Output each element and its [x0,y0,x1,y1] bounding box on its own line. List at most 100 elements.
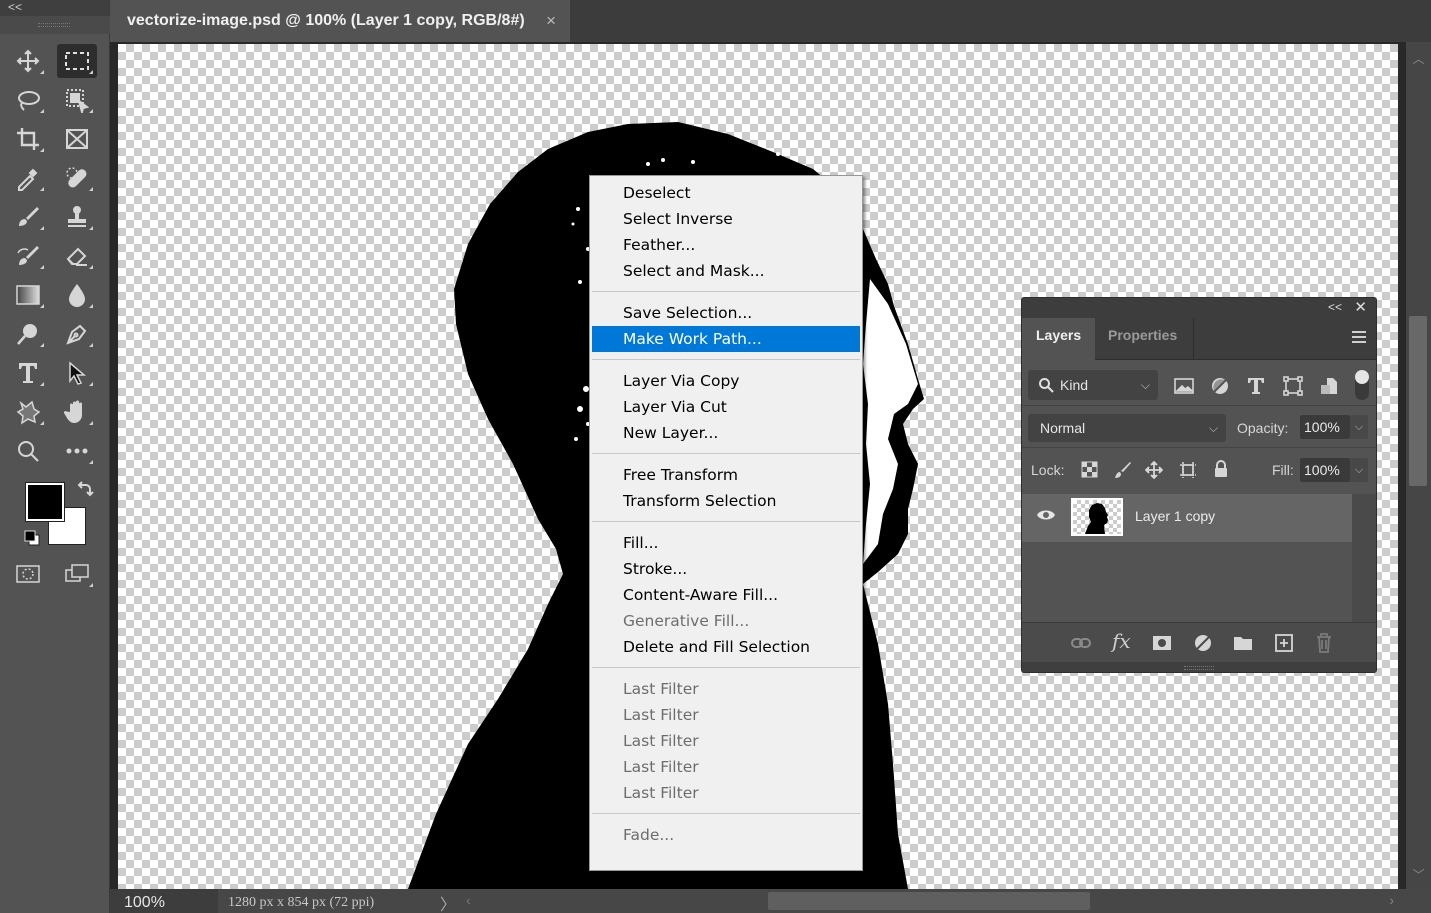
eyedropper-tool[interactable] [8,161,48,195]
status-menu-arrow-icon[interactable]: 〉 [440,891,456,913]
add-mask-button[interactable] [1151,632,1173,659]
link-layers-button[interactable] [1070,632,1092,659]
new-layer-button[interactable] [1273,632,1295,659]
menu-separator [592,453,860,454]
vertical-scrollbar[interactable]: ︿ ﹀ [1406,42,1431,889]
filter-adjustment-button[interactable] [1210,376,1230,401]
layers-scrollbar[interactable] [1352,494,1376,622]
menu-item-transform-selection[interactable]: Transform Selection [592,488,860,514]
history-brush-tool[interactable] [8,239,48,273]
menu-item-fill[interactable]: Fill... [592,530,860,556]
new-group-button[interactable] [1232,632,1254,659]
fill-slider-toggle[interactable]: ⌵ [1350,458,1368,482]
document-tab-title: vectorize-image.psd @ 100% (Layer 1 copy… [127,12,525,29]
brush-tool[interactable] [8,200,48,234]
panel-menu-icon[interactable] [1352,331,1366,343]
menu-item-content-aware-fill[interactable]: Content-Aware Fill... [592,582,860,608]
more-tools[interactable] [57,434,97,468]
fill-input[interactable]: 100% [1300,458,1350,482]
menu-item-save-selection[interactable]: Save Selection... [592,300,860,326]
clone-stamp-tool[interactable] [57,200,97,234]
eraser-tool[interactable] [57,239,97,273]
panel-resize-grip[interactable] [1022,662,1376,672]
horizontal-scrollbar[interactable]: ‹ › [458,889,1402,913]
filter-kind-dropdown[interactable]: Kind ⌵ [1028,370,1158,400]
eraser-icon [66,247,87,266]
menu-item-layer-via-cut[interactable]: Layer Via Cut [592,394,860,420]
filter-toggle[interactable] [1355,370,1369,400]
object-selection-tool[interactable] [57,83,97,117]
crop-tool[interactable] [8,122,48,156]
zoom-level-field[interactable]: 100% [110,889,218,913]
menu-item-feather[interactable]: Feather... [592,232,860,258]
menu-item-deselect[interactable]: Deselect [592,180,860,206]
lock-all-button[interactable] [1212,460,1230,483]
search-icon [1039,378,1054,393]
smart-object-icon [1321,378,1337,394]
horizontal-scroll-thumb[interactable] [768,892,1090,910]
menu-item-delete-and-fill-selection[interactable]: Delete and Fill Selection [592,634,860,660]
toolbar-drag-handle[interactable] [0,16,110,34]
swap-colors-button[interactable] [76,480,94,503]
lock-label: Lock: [1031,462,1065,478]
lock-position-button[interactable] [1144,460,1164,484]
move-tool[interactable] [8,44,48,78]
foreground-color-swatch[interactable] [25,482,65,522]
filter-smart-object-button[interactable] [1319,376,1339,401]
rectangular-marquee-tool[interactable] [57,44,97,78]
collapse-toolbar-button[interactable]: << [0,0,110,16]
scroll-left-icon[interactable]: ‹ [466,892,471,908]
menu-separator [592,359,860,360]
menu-item-layer-via-copy[interactable]: Layer Via Copy [592,368,860,394]
menu-item-stroke[interactable]: Stroke... [592,556,860,582]
menu-item-free-transform[interactable]: Free Transform [592,462,860,488]
menu-item-select-and-mask[interactable]: Select and Mask... [592,258,860,284]
blur-tool[interactable] [57,278,97,312]
filter-pixel-button[interactable] [1174,376,1194,401]
quick-mask-button[interactable] [8,557,48,591]
close-panel-button[interactable]: ✕ [1354,298,1367,316]
menu-item-select-inverse[interactable]: Select Inverse [592,206,860,232]
filter-shape-button[interactable] [1283,376,1303,401]
lock-transparent-pixels-button[interactable] [1081,461,1099,484]
layer-style-button[interactable]: fx [1112,629,1131,653]
custom-shape-tool[interactable] [8,395,48,429]
hand-tool[interactable] [57,395,97,429]
lock-image-pixels-button[interactable] [1114,461,1132,484]
delete-layer-button[interactable] [1313,632,1335,659]
opacity-input[interactable]: 100% [1300,415,1350,439]
frame-tool[interactable] [57,122,97,156]
lasso-tool[interactable] [8,83,48,117]
menu-item-last-filter: Last Filter [623,680,699,698]
pen-tool[interactable] [57,317,97,351]
opacity-slider-toggle[interactable]: ⌵ [1350,415,1368,439]
zoom-tool[interactable] [8,434,48,468]
new-adjustment-layer-button[interactable] [1192,632,1214,659]
screen-mode-button[interactable] [57,557,97,591]
frame-icon [66,129,88,149]
layer-thumbnail[interactable] [1071,498,1123,536]
filter-type-button[interactable] [1246,376,1266,401]
gradient-tool[interactable] [8,278,48,312]
type-tool[interactable] [8,356,48,390]
path-selection-tool[interactable] [57,356,97,390]
layer-name[interactable]: Layer 1 copy [1135,508,1215,524]
document-tab[interactable]: vectorize-image.psd @ 100% (Layer 1 copy… [110,0,570,42]
menu-item-new-layer[interactable]: New Layer... [592,420,860,446]
healing-brush-tool[interactable] [57,161,97,195]
default-colors-button[interactable] [24,530,40,551]
tab-layers[interactable]: Layers [1022,318,1096,360]
dodge-tool[interactable] [8,317,48,351]
scroll-up-icon[interactable]: ︿ [1406,50,1431,67]
tab-properties[interactable]: Properties [1094,318,1194,360]
menu-item-make-work-path[interactable]: Make Work Path... [592,326,860,352]
close-document-icon[interactable]: × [546,0,556,42]
scroll-right-icon[interactable]: › [1389,892,1394,908]
collapse-panel-button[interactable]: << [1328,300,1342,314]
lock-artboard-button[interactable] [1179,461,1197,484]
layer-row[interactable]: Layer 1 copy [1022,494,1352,542]
layer-visibility-toggle[interactable] [1036,508,1056,527]
scroll-down-icon[interactable]: ﹀ [1406,866,1431,883]
vertical-scroll-thumb[interactable] [1409,316,1427,486]
blend-mode-dropdown[interactable]: Normal ⌵ [1028,414,1226,442]
